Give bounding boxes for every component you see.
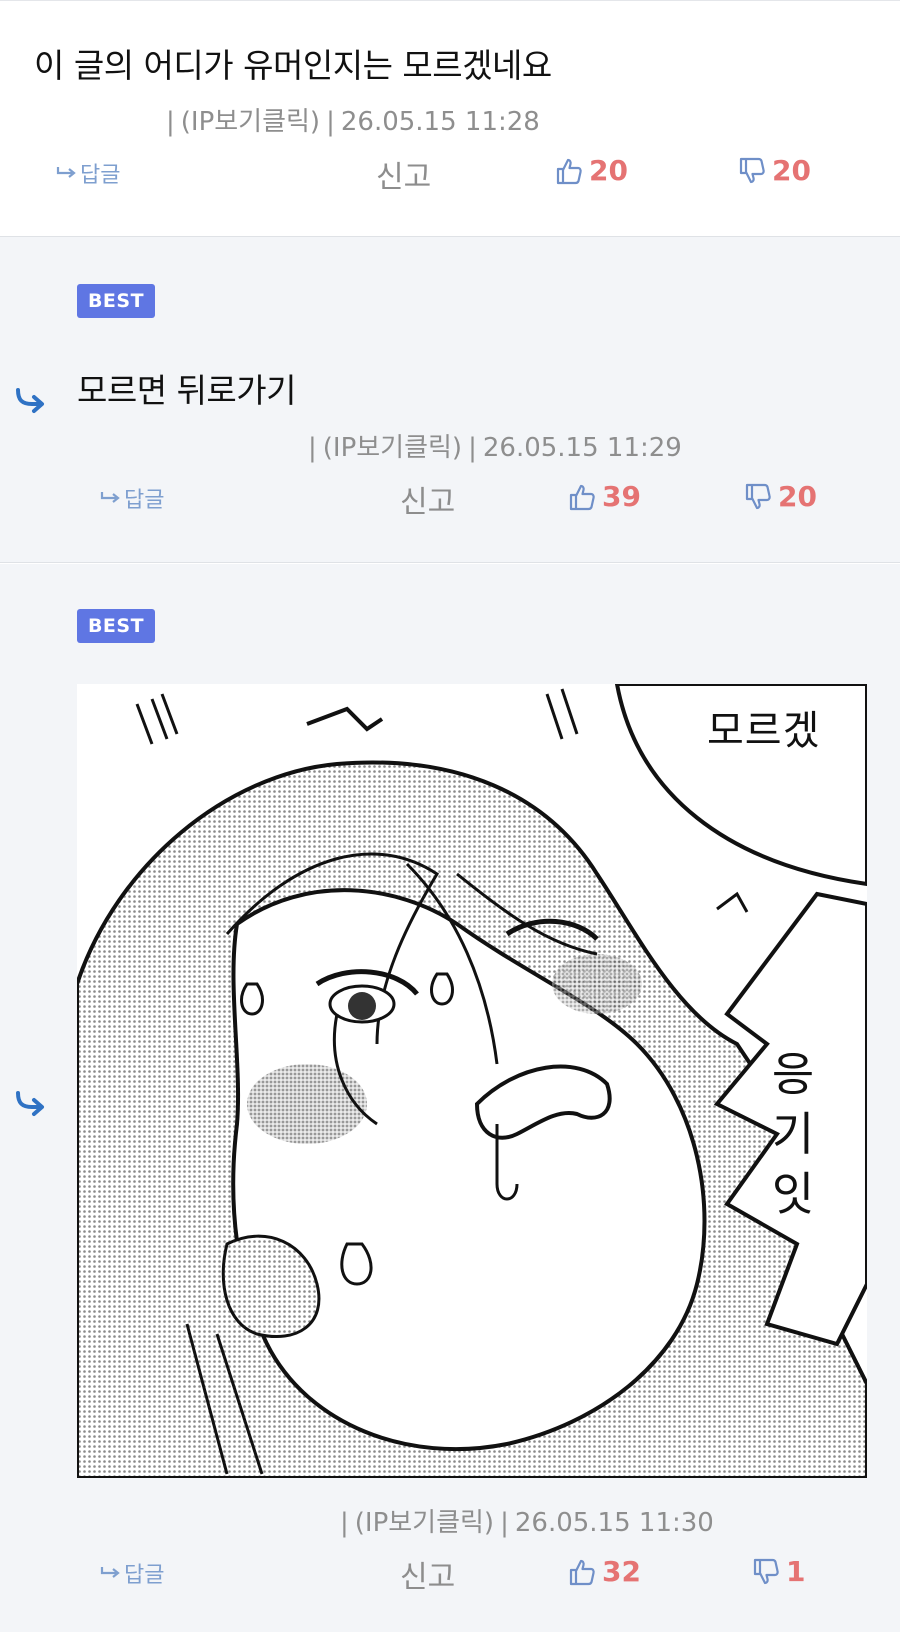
reply-label: 답글: [124, 1563, 165, 1588]
dislike-button[interactable]: 20: [738, 154, 811, 187]
thumbs-up-icon: [569, 484, 595, 510]
reply-label: 답글: [80, 163, 121, 188]
ip-view-link[interactable]: (IP보기클릭): [323, 433, 462, 463]
comment-text: 이 글의 어디가 유머인지는 모르겠네요: [34, 46, 552, 85]
comment-1: 이 글의 어디가 유머인지는 모르겠네요 | (IP보기클릭) | 26.05.15 …: [0, 1, 900, 237]
ip-view-link[interactable]: (IP보기클릭): [355, 1508, 494, 1538]
speech-char: 기: [771, 1107, 815, 1161]
reply-arrow-icon: [16, 388, 44, 413]
like-count: 32: [602, 1555, 641, 1588]
dislike-count: 20: [772, 154, 811, 187]
best-badge: BEST: [77, 284, 155, 318]
thumbs-down-icon: [753, 1558, 779, 1584]
ip-view-link[interactable]: (IP보기클릭): [181, 107, 320, 137]
comment-2: BEST 모르면 뒤로가기 | (IP보기클릭) | 26.05.15 11:29 답…: [0, 237, 900, 563]
like-button[interactable]: 20: [555, 154, 628, 187]
reply-small-arrow-icon: [100, 1567, 120, 1578]
reply-small-arrow-icon: [56, 167, 76, 178]
meta-separator: |: [468, 433, 477, 463]
meta-separator: |: [166, 107, 175, 137]
speech-text-top: 모르겠: [707, 708, 821, 754]
reply-link[interactable]: 답글: [56, 157, 120, 189]
like-button[interactable]: 39: [568, 480, 641, 513]
comment-timestamp: 26.05.15 11:28: [340, 107, 540, 137]
report-button[interactable]: 신고: [376, 152, 431, 196]
thumbs-up-icon: [569, 1559, 595, 1585]
dislike-button[interactable]: 1: [752, 1555, 805, 1588]
report-button[interactable]: 신고: [400, 477, 455, 521]
meta-separator: |: [340, 1508, 349, 1538]
thumbs-down-icon: [745, 483, 771, 509]
dislike-button[interactable]: 20: [744, 480, 817, 513]
meta-separator: |: [326, 107, 335, 137]
speech-char: 잇: [771, 1167, 815, 1221]
comment-meta: | (IP보기클릭) | 26.05.15 11:30: [334, 1502, 714, 1539]
best-badge: BEST: [77, 609, 155, 643]
report-button[interactable]: 신고: [400, 1552, 455, 1596]
like-count: 20: [589, 154, 628, 187]
comment-timestamp: 26.05.15 11:29: [482, 433, 682, 463]
thumbs-up-icon: [556, 158, 582, 184]
comment-timestamp: 26.05.15 11:30: [514, 1508, 714, 1538]
meta-separator: |: [500, 1508, 509, 1538]
like-count: 39: [602, 480, 641, 513]
reply-link[interactable]: 답글: [100, 482, 164, 514]
speech-char: 응: [771, 1047, 815, 1101]
dislike-count: 20: [778, 480, 817, 513]
reply-link[interactable]: 답글: [100, 1557, 164, 1589]
manga-illustration: [77, 684, 867, 1478]
reply-label: 답글: [124, 488, 165, 513]
comment-meta: | (IP보기클릭) | 26.05.15 11:29: [302, 427, 682, 464]
meta-separator: |: [308, 433, 317, 463]
like-button[interactable]: 32: [568, 1555, 641, 1588]
reply-arrow-icon: [16, 1091, 44, 1116]
dislike-count: 1: [786, 1555, 806, 1588]
speech-text-side: 응 기 잇: [763, 1044, 823, 1224]
thumbs-down-icon: [739, 157, 765, 183]
comment-meta: | (IP보기클릭) | 26.05.15 11:28: [160, 101, 540, 138]
reply-small-arrow-icon: [100, 492, 120, 503]
comment-text: 모르면 뒤로가기: [77, 371, 297, 410]
comment-image[interactable]: 모르겠 응 기 잇: [77, 684, 867, 1478]
